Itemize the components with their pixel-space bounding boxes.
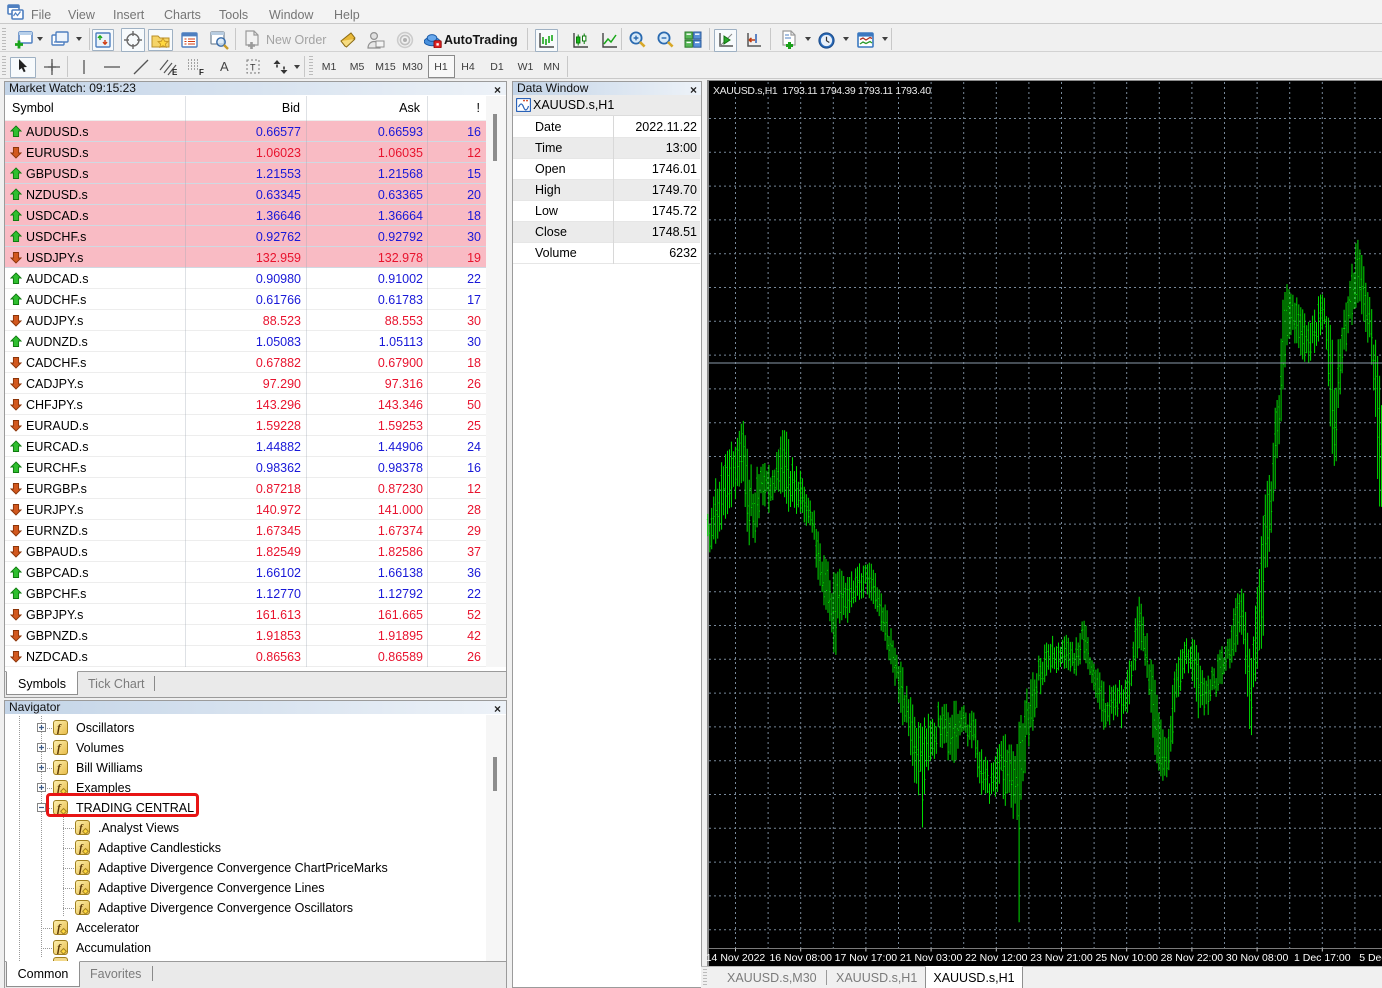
svg-text:25 Nov 10:00: 25 Nov 10:00 [1095, 952, 1158, 964]
svg-text:28 Nov 22:00: 28 Nov 22:00 [1161, 952, 1224, 964]
svg-text:30 Nov 08:00: 30 Nov 08:00 [1226, 952, 1289, 964]
svg-text:17 Nov 17:00: 17 Nov 17:00 [835, 952, 898, 964]
svg-text:14 Nov 2022: 14 Nov 2022 [706, 952, 766, 964]
svg-text:22 Nov 12:00: 22 Nov 12:00 [965, 952, 1028, 964]
svg-text:5 Dec 02:00: 5 Dec 02:00 [1359, 952, 1382, 964]
svg-text:23 Nov 21:00: 23 Nov 21:00 [1030, 952, 1093, 964]
svg-text:21 Nov 03:00: 21 Nov 03:00 [900, 952, 963, 964]
svg-text:XAUUSD.s,H1 1793.11 1794.39 1: XAUUSD.s,H1 1793.11 1794.39 1793.11 1793… [713, 85, 931, 97]
svg-text:1 Dec 17:00: 1 Dec 17:00 [1294, 952, 1351, 964]
svg-text:16 Nov 08:00: 16 Nov 08:00 [769, 952, 832, 964]
